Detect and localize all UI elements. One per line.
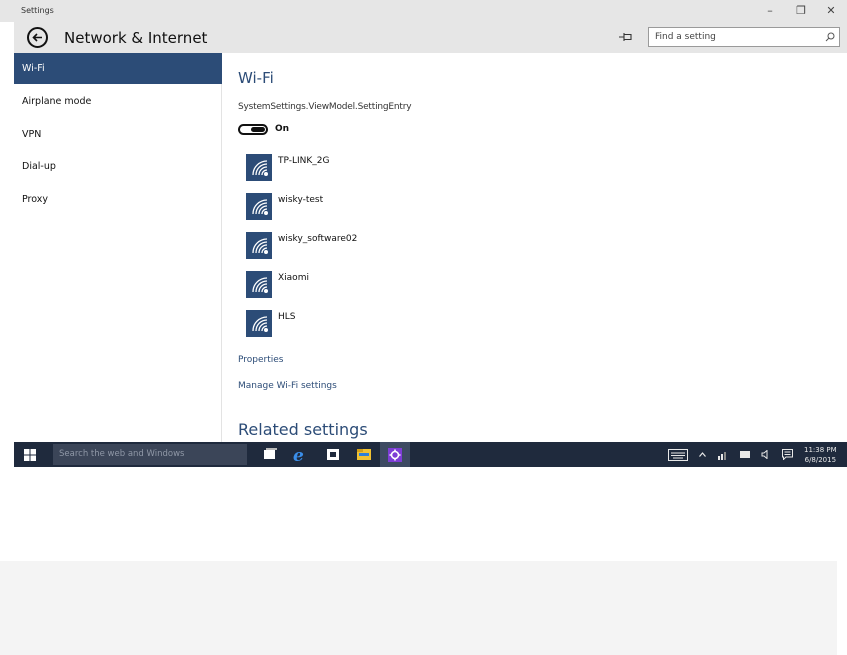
toggle-knob: [251, 127, 265, 132]
taskbar-search-placeholder: Search the web and Windows: [59, 449, 185, 459]
volume-icon[interactable]: [761, 450, 770, 459]
toggle-state-label: On: [275, 124, 290, 134]
back-arrow-icon: [32, 33, 42, 42]
sidebar-item-wifi[interactable]: Wi-Fi: [14, 53, 222, 84]
clock-time: 11:38 PM: [804, 446, 837, 454]
taskbar-clock[interactable]: 11:38 PM 6/8/2015: [804, 445, 837, 465]
search-input[interactable]: [649, 28, 821, 46]
network-name: wisky_software02: [278, 234, 358, 244]
sidebar-item-vpn[interactable]: VPN: [14, 119, 222, 150]
network-name: HLS: [278, 312, 296, 322]
network-item[interactable]: HLS: [246, 310, 546, 338]
action-center-icon[interactable]: [782, 449, 793, 460]
sidebar-item-airplane-mode[interactable]: Airplane mode: [14, 86, 222, 117]
page-header: Network & Internet: [14, 22, 847, 53]
close-button[interactable]: ✕: [818, 3, 844, 19]
section-heading: Wi-Fi: [238, 69, 274, 87]
chevron-up-icon[interactable]: [699, 452, 706, 457]
properties-link[interactable]: Properties: [238, 355, 283, 365]
sidebar-item-proxy[interactable]: Proxy: [14, 184, 222, 215]
network-item[interactable]: wisky_software02: [246, 232, 546, 260]
edge-icon[interactable]: e: [285, 442, 315, 467]
taskbar-search-box[interactable]: Search the web and Windows: [53, 444, 247, 465]
sidebar-nav: Wi-Fi Airplane mode VPN Dial-up Proxy: [14, 53, 222, 442]
wifi-signal-icon: [246, 193, 272, 220]
wifi-content: Wi-Fi SystemSettings.ViewModel.SettingEn…: [223, 53, 847, 442]
battery-icon[interactable]: [740, 451, 751, 458]
find-setting-search[interactable]: [648, 27, 840, 47]
settings-gear-icon: [388, 448, 402, 462]
wifi-signal-icon: [246, 310, 272, 337]
network-name: wisky-test: [278, 195, 324, 205]
search-icon[interactable]: [825, 32, 835, 42]
network-name: TP-LINK_2G: [278, 156, 330, 166]
file-explorer-icon[interactable]: [349, 442, 379, 467]
wifi-signal-icon: [246, 271, 272, 298]
clock-date: 6/8/2015: [804, 456, 837, 464]
related-settings-heading: Related settings: [238, 420, 368, 439]
title-bar: Settings – ❐ ✕: [0, 0, 847, 22]
setting-entry-label: SystemSettings.ViewModel.SettingEntry: [238, 102, 412, 112]
keyboard-icon[interactable]: [668, 449, 688, 461]
pin-icon[interactable]: [618, 31, 634, 43]
restore-button[interactable]: ❐: [788, 3, 814, 19]
store-icon[interactable]: [318, 442, 348, 467]
windows-start-icon[interactable]: [24, 449, 36, 461]
minimize-button[interactable]: –: [757, 3, 783, 19]
window-title: Settings: [21, 6, 54, 15]
sidebar-item-dial-up[interactable]: Dial-up: [14, 151, 222, 182]
network-item[interactable]: wisky-test: [246, 193, 546, 221]
settings-app-icon[interactable]: [380, 442, 410, 467]
empty-bottom-panel: [0, 561, 837, 655]
network-item[interactable]: TP-LINK_2G: [246, 154, 546, 182]
taskbar: Search the web and Windows e 11:38 PM 6/…: [14, 442, 847, 467]
network-name: Xiaomi: [278, 273, 309, 283]
page-title: Network & Internet: [64, 29, 208, 47]
manage-wifi-settings-link[interactable]: Manage Wi-Fi settings: [238, 381, 337, 391]
network-icon[interactable]: [718, 450, 728, 460]
wifi-toggle[interactable]: [238, 124, 268, 135]
network-item[interactable]: Xiaomi: [246, 271, 546, 299]
back-button[interactable]: [27, 27, 48, 48]
wifi-signal-icon: [246, 154, 272, 181]
svg-text:e: e: [293, 447, 304, 463]
wifi-signal-icon: [246, 232, 272, 259]
task-view-icon[interactable]: [255, 442, 285, 467]
